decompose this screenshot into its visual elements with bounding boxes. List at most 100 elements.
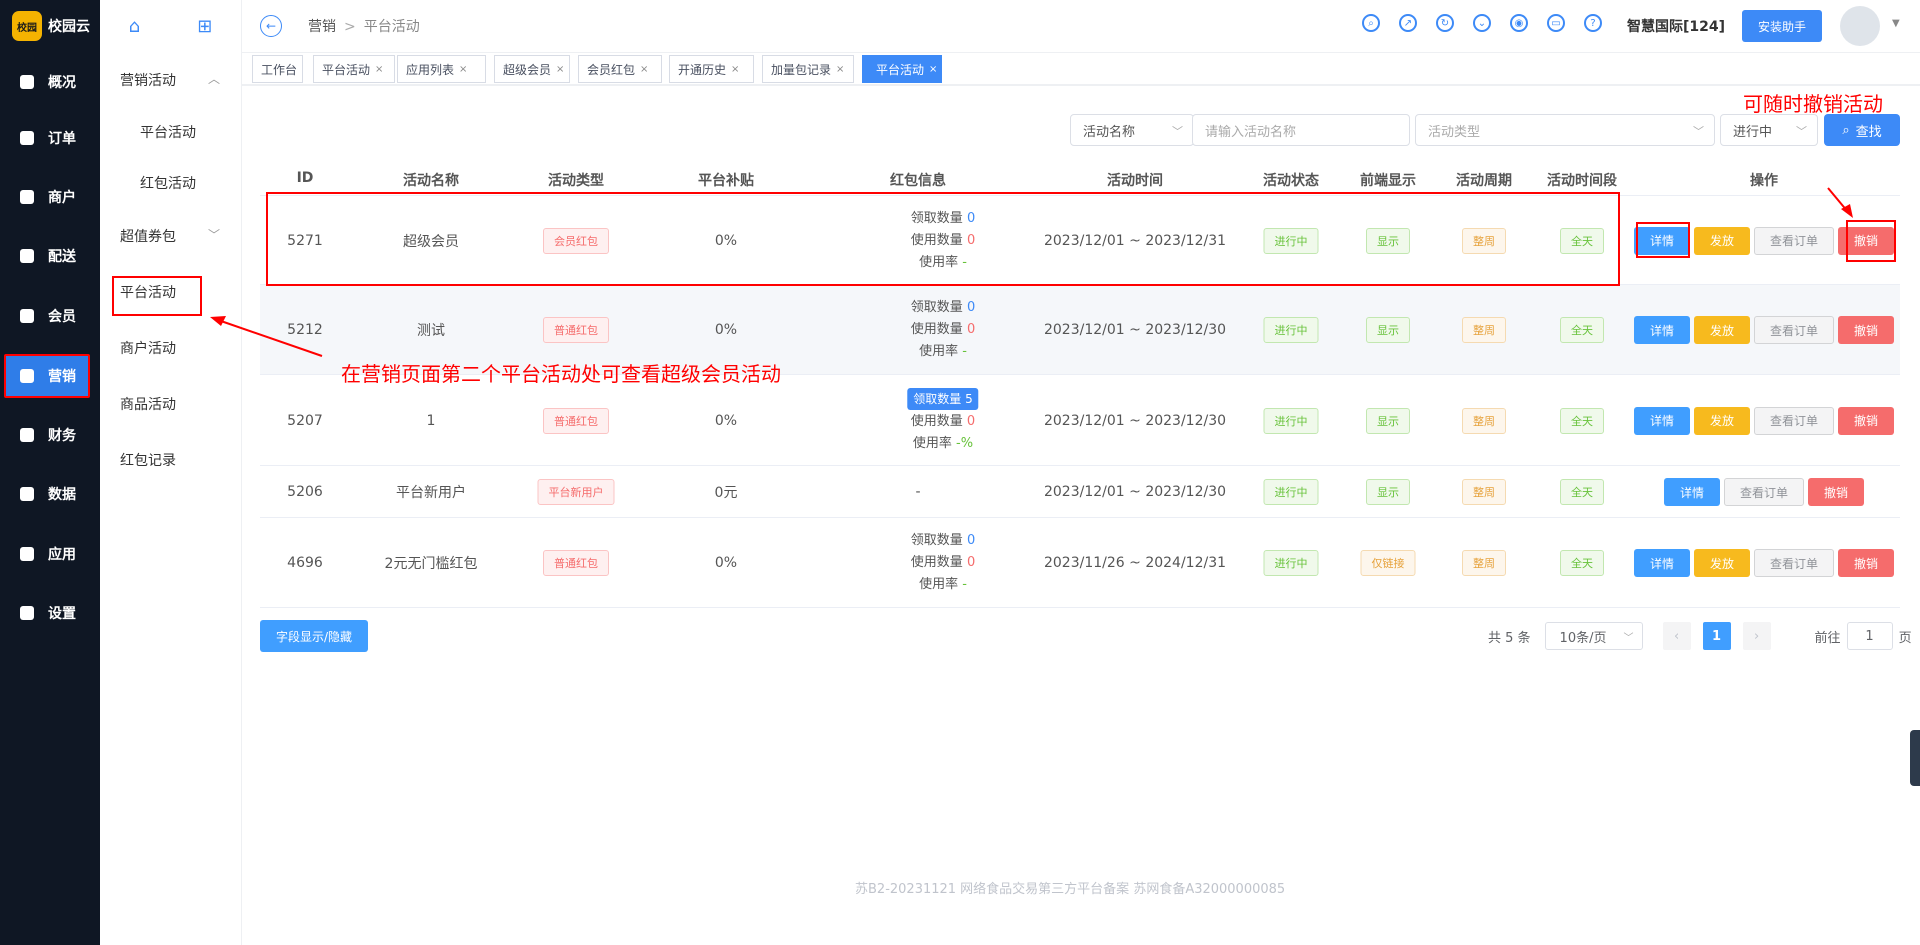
period-tag: 全天 bbox=[1560, 407, 1604, 434]
issue-button[interactable]: 发放 bbox=[1694, 226, 1750, 255]
sub-nav: ⌂ ⊞ 营销活动 ︿ 平台活动 红包活动 超值券包 ﹀ 平台活动 商户活动 商品活动 红包记录 bbox=[100, 0, 242, 945]
view-orders-button[interactable]: 查看订单 bbox=[1754, 406, 1834, 435]
sub-nav-item[interactable]: 商户活动 bbox=[100, 338, 242, 358]
app-icon bbox=[20, 547, 34, 561]
close-icon[interactable]: × bbox=[459, 64, 467, 75]
cell-name: 1 bbox=[426, 412, 436, 429]
store-icon bbox=[20, 190, 34, 204]
avatar[interactable] bbox=[1840, 6, 1880, 46]
view-orders-button[interactable]: 查看订单 bbox=[1724, 478, 1804, 506]
external-link-icon[interactable]: ↗ bbox=[1399, 14, 1417, 32]
table-row: 5207 1 普通红包 0% 领取数量 5 使用数量 0 使用率 -% 2023/12/01 … bbox=[260, 375, 1900, 466]
status-select-value: 进行中 bbox=[1733, 124, 1773, 140]
field-toggle-button[interactable]: 字段显示/隐藏 bbox=[260, 620, 368, 652]
monitor-icon[interactable]: ▭ bbox=[1547, 14, 1565, 32]
help-icon[interactable]: ? bbox=[1584, 14, 1602, 32]
nav-item-9[interactable]: 设置 bbox=[0, 591, 100, 635]
nav-item-0[interactable]: 概况 bbox=[0, 60, 100, 104]
activity-type-select[interactable]: 活动类型 ﹀ bbox=[1415, 114, 1715, 146]
home-icon[interactable]: ⌂ bbox=[129, 16, 140, 37]
sub-nav-item[interactable]: 红包记录 bbox=[100, 450, 242, 470]
tab-item[interactable]: 加量包记录 × bbox=[762, 55, 854, 83]
search-icon: ⌕ bbox=[1842, 122, 1850, 138]
side-panel-handle[interactable] bbox=[1910, 730, 1920, 786]
close-icon[interactable]: × bbox=[556, 64, 564, 75]
nav-item-1[interactable]: 订单 bbox=[0, 116, 100, 160]
revoke-button[interactable]: 撤销 bbox=[1838, 406, 1894, 435]
chevron-down-icon[interactable]: ⌄ bbox=[1473, 14, 1491, 32]
tab-item[interactable]: 平台活动 × bbox=[862, 55, 942, 83]
nav-item-7[interactable]: 数据 bbox=[0, 472, 100, 516]
breadcrumb-item[interactable]: 营销 bbox=[308, 19, 336, 35]
search-icon[interactable]: ⌕ bbox=[1362, 14, 1380, 32]
close-icon[interactable]: × bbox=[640, 64, 648, 75]
nav-item-4[interactable]: 会员 bbox=[0, 294, 100, 338]
page-size-select[interactable]: 10条/页 ﹀ bbox=[1544, 622, 1643, 650]
tab-item[interactable]: 会员红包 × bbox=[578, 55, 662, 83]
next-page-icon[interactable]: › bbox=[1742, 622, 1771, 650]
apps-grid-icon[interactable]: ⊞ bbox=[197, 16, 212, 37]
nav-item-5[interactable]: 营销 bbox=[4, 354, 90, 398]
prev-page-icon[interactable]: ‹ bbox=[1662, 622, 1691, 650]
claim-count: 0 bbox=[966, 300, 976, 315]
detail-button[interactable]: 详情 bbox=[1634, 406, 1690, 435]
nav-item-label: 应用 bbox=[48, 547, 76, 563]
back-icon[interactable]: ← bbox=[260, 15, 282, 37]
chevron-down-icon: ﹀ bbox=[1693, 125, 1704, 138]
sub-nav-item[interactable]: 超值券包 ﹀ bbox=[100, 226, 242, 246]
refresh-icon[interactable]: ↻ bbox=[1436, 14, 1454, 32]
sub-nav-item[interactable]: 商品活动 bbox=[100, 394, 242, 414]
tab-item[interactable]: 开通历史 × bbox=[669, 55, 754, 83]
column-header: ID bbox=[296, 170, 314, 186]
detail-button[interactable]: 详情 bbox=[1664, 478, 1720, 506]
revoke-button[interactable]: 撤销 bbox=[1838, 316, 1894, 344]
issue-button[interactable]: 发放 bbox=[1694, 406, 1750, 435]
nav-item-3[interactable]: 配送 bbox=[0, 234, 100, 278]
detail-button[interactable]: 详情 bbox=[1634, 316, 1690, 344]
cycle-tag: 整周 bbox=[1462, 317, 1506, 343]
status-select[interactable]: 进行中 ﹀ bbox=[1720, 114, 1818, 146]
nav-item-label: 商户 bbox=[48, 190, 76, 206]
detail-button[interactable]: 详情 bbox=[1634, 549, 1690, 577]
caret-down-icon[interactable]: ▼ bbox=[1892, 18, 1900, 29]
install-assistant-button[interactable]: 安装助手 bbox=[1742, 10, 1822, 42]
page-number[interactable]: 1 bbox=[1702, 622, 1731, 650]
delivery-icon bbox=[20, 249, 34, 263]
issue-button[interactable]: 发放 bbox=[1694, 549, 1750, 577]
tab-item[interactable]: 工作台 bbox=[252, 55, 303, 83]
column-header: 平台补贴 bbox=[698, 173, 754, 189]
revoke-button[interactable]: 撤销 bbox=[1808, 478, 1864, 506]
cell-time: 2023/12/01 ~ 2023/12/30 bbox=[1043, 322, 1227, 338]
activity-name-input[interactable]: 请输入活动名称 bbox=[1192, 114, 1410, 146]
revoke-button[interactable]: 撤销 bbox=[1838, 549, 1894, 577]
nav-item-6[interactable]: 财务 bbox=[0, 413, 100, 457]
cell-id: 4696 bbox=[287, 555, 323, 571]
view-orders-button[interactable]: 查看订单 bbox=[1754, 226, 1834, 255]
nav-item-2[interactable]: 商户 bbox=[0, 175, 100, 219]
view-orders-button[interactable]: 查看订单 bbox=[1754, 316, 1834, 344]
tab-item[interactable]: 应用列表 × bbox=[397, 55, 486, 83]
close-icon[interactable]: × bbox=[731, 64, 739, 75]
nav-item-label: 设置 bbox=[48, 606, 76, 622]
eye-icon[interactable]: ◉ bbox=[1510, 14, 1528, 32]
close-icon[interactable]: × bbox=[375, 64, 383, 75]
close-icon[interactable]: × bbox=[929, 64, 937, 75]
claim-label: 领取数量 bbox=[910, 533, 963, 548]
sub-nav-item[interactable]: 平台活动 bbox=[100, 122, 242, 142]
goto-page-input[interactable]: 1 bbox=[1846, 622, 1893, 650]
issue-button[interactable]: 发放 bbox=[1694, 316, 1750, 344]
view-orders-button[interactable]: 查看订单 bbox=[1754, 549, 1834, 577]
activity-type-tag: 普通红包 bbox=[543, 317, 609, 343]
search-button[interactable]: ⌕ 查找 bbox=[1824, 114, 1900, 146]
display-tag: 显示 bbox=[1366, 317, 1410, 343]
tab-item[interactable]: 超级会员 × bbox=[494, 55, 570, 83]
tab-item[interactable]: 平台活动 × bbox=[313, 55, 395, 83]
settings-icon bbox=[20, 606, 34, 620]
nav-item-8[interactable]: 应用 bbox=[0, 532, 100, 576]
sub-nav-item[interactable]: 营销活动 ︿ bbox=[100, 70, 242, 90]
chevron-down-icon: ﹀ bbox=[1796, 125, 1807, 138]
sub-nav-item[interactable]: 红包活动 bbox=[100, 173, 242, 193]
close-icon[interactable]: × bbox=[836, 64, 844, 75]
logo: 校园 校园云 bbox=[0, 0, 100, 52]
field-select[interactable]: 活动名称 ﹀ bbox=[1070, 114, 1194, 146]
